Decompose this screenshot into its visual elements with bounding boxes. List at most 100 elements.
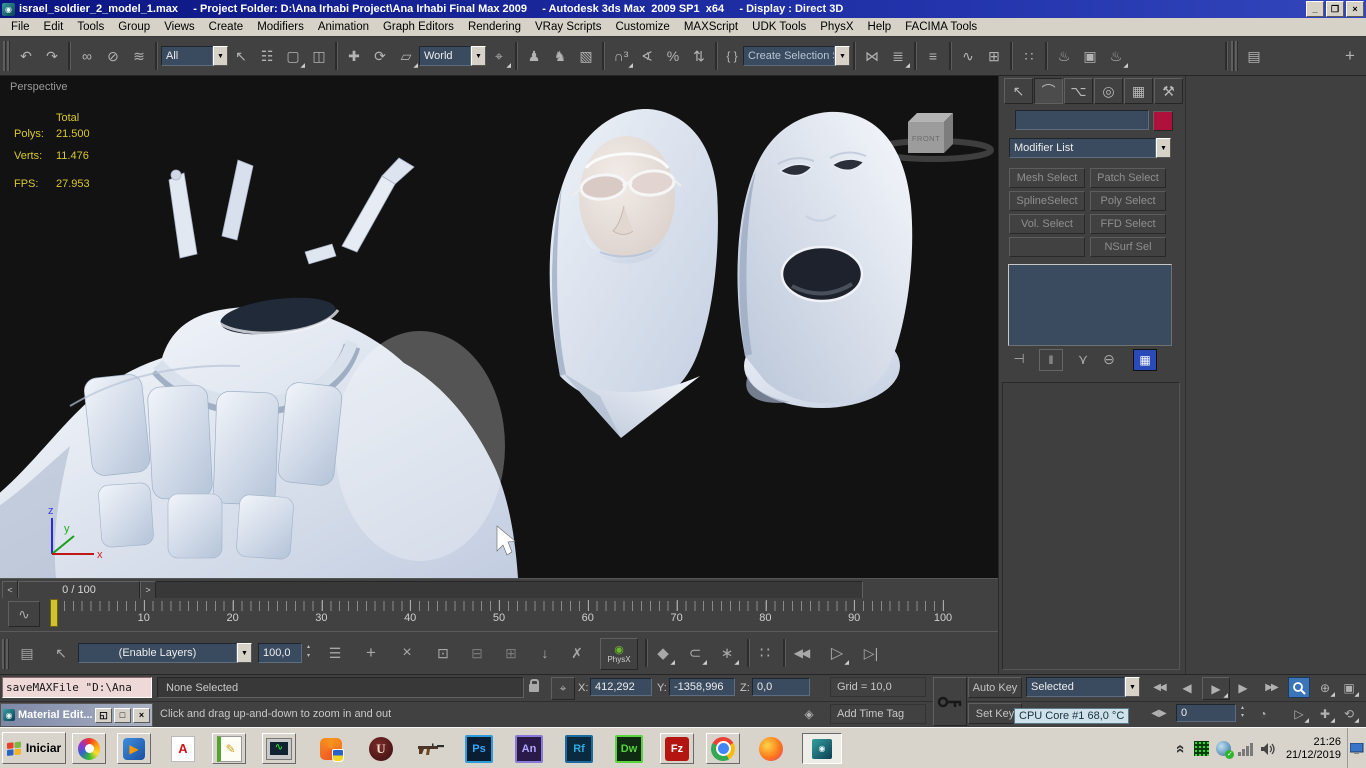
maxscript-mini-listener[interactable]: saveMAXFile "D:\Ana bbox=[2, 677, 152, 698]
menu-item-6[interactable]: Modifiers bbox=[250, 19, 311, 35]
menu-item-14[interactable]: PhysX bbox=[813, 19, 860, 35]
tab-hierarchy-icon[interactable]: ⌥ bbox=[1064, 78, 1093, 104]
start-button[interactable]: Iniciar bbox=[2, 732, 66, 764]
menu-item-0[interactable]: File bbox=[4, 19, 37, 35]
bind-to-spacewarp-icon[interactable]: ≋ bbox=[126, 43, 152, 69]
3dsmax-taskbar-button-active[interactable]: ◉ bbox=[802, 733, 842, 764]
next-frame-icon[interactable]: ▶ bbox=[1232, 677, 1254, 698]
isolation-cube-icon[interactable]: ◈ bbox=[798, 704, 820, 724]
rendered-frame-window-icon[interactable]: ▣ bbox=[1077, 43, 1103, 69]
rectangular-selection-region-icon[interactable]: ▢ bbox=[280, 43, 306, 69]
disc-burner-taskbar-icon[interactable] bbox=[72, 733, 106, 764]
align-icon[interactable]: ≣ bbox=[885, 43, 911, 69]
show-end-result-icon[interactable]: ‖ bbox=[1039, 349, 1063, 371]
viewport-label[interactable]: Perspective bbox=[10, 81, 67, 93]
track-bar[interactable]: ∿ 0102030405060708090100 bbox=[0, 598, 998, 631]
tab-motion-icon[interactable]: ◎ bbox=[1094, 78, 1123, 104]
tray-clock[interactable]: 21:26 21/12/2019 bbox=[1286, 736, 1341, 762]
spinner-up-icon[interactable]: ▴ bbox=[1237, 704, 1248, 712]
make-unique-icon[interactable]: ⋎ bbox=[1071, 348, 1095, 370]
zoom-all-icon[interactable]: ⊕ bbox=[1314, 677, 1336, 698]
field-of-view-icon[interactable]: ▷ bbox=[1288, 703, 1310, 724]
disable-layer-icon[interactable]: ✗ bbox=[564, 640, 590, 666]
hardware-monitor-taskbar-icon[interactable]: ∿ bbox=[262, 733, 296, 764]
menu-item-3[interactable]: Group bbox=[111, 19, 157, 35]
layer-manager-icon[interactable]: ≡ bbox=[920, 43, 946, 69]
menu-item-7[interactable]: Animation bbox=[311, 19, 376, 35]
select-objects-by-layer-icon[interactable]: ↖ bbox=[48, 640, 74, 666]
menu-item-12[interactable]: MAXScript bbox=[677, 19, 745, 35]
play-animation-icon[interactable]: ▶ bbox=[1202, 677, 1230, 700]
select-and-scale-icon[interactable]: ▱ bbox=[393, 43, 419, 69]
percent-snap-icon[interactable]: % bbox=[660, 43, 686, 69]
tab-create-icon[interactable]: ↖ bbox=[1004, 78, 1033, 104]
angle-snap-icon[interactable]: ∢ bbox=[634, 43, 660, 69]
zoom-extents-icon[interactable]: ▣ bbox=[1338, 677, 1360, 698]
chevron-down-icon[interactable]: ▼ bbox=[237, 643, 252, 663]
selection-filter-dropdown[interactable]: All ▼ bbox=[161, 46, 228, 66]
reference-coordinate-dropdown[interactable]: World ▼ bbox=[419, 46, 486, 66]
render-setup-icon[interactable]: ♨ bbox=[1051, 43, 1077, 69]
add-time-tag[interactable]: Add Time Tag bbox=[830, 704, 926, 724]
time-configuration-icon[interactable]: ◔ bbox=[1252, 703, 1274, 724]
orange-utility-taskbar-icon[interactable] bbox=[314, 733, 348, 764]
chevron-down-icon[interactable]: ▼ bbox=[213, 46, 228, 66]
coord-x-field[interactable]: 412,292 bbox=[590, 678, 652, 696]
spinner-snap-icon[interactable]: ⇅ bbox=[686, 43, 712, 69]
modifier-button-1[interactable]: Patch Select bbox=[1090, 168, 1166, 188]
add-toolbar-icon[interactable]: + bbox=[1337, 43, 1363, 69]
physx-rewind-icon[interactable]: ◀◀ bbox=[788, 640, 814, 666]
pan-view-icon[interactable]: ✚ bbox=[1314, 703, 1336, 724]
collapse-layer-icon[interactable]: ↓ bbox=[532, 640, 558, 666]
tab-utilities-icon[interactable]: ⚒ bbox=[1154, 78, 1183, 104]
coord-y-field[interactable]: -1358,996 bbox=[669, 678, 735, 696]
spinner-down-icon[interactable]: ▾ bbox=[303, 652, 314, 661]
previous-frame-icon[interactable]: ◀ bbox=[1176, 677, 1198, 698]
chevron-down-icon[interactable]: ▼ bbox=[835, 46, 850, 66]
redo-icon[interactable]: ↷ bbox=[39, 43, 65, 69]
spinner-up-icon[interactable]: ▴ bbox=[303, 643, 314, 652]
rollout-empty-area[interactable] bbox=[1002, 382, 1180, 670]
pin-stack-icon[interactable]: ⊣ bbox=[1007, 348, 1031, 370]
paste-active-layer-icon[interactable]: ⊞ bbox=[498, 640, 524, 666]
material-editor-minimized-window[interactable]: ◉ Material Edit... ◱ □ × bbox=[0, 703, 153, 727]
chevron-down-icon[interactable]: ▼ bbox=[471, 46, 486, 66]
menu-item-1[interactable]: Edit bbox=[37, 19, 71, 35]
object-name-field[interactable] bbox=[1015, 110, 1149, 130]
menu-item-2[interactable]: Tools bbox=[70, 19, 111, 35]
modifier-button-4[interactable]: Vol. Select bbox=[1009, 214, 1085, 234]
dreamweaver-taskbar-icon[interactable]: Dw bbox=[612, 733, 646, 764]
chrome-taskbar-icon[interactable] bbox=[706, 733, 740, 764]
material-restore-button[interactable]: ◱ bbox=[95, 708, 112, 723]
adobe-rf-taskbar-icon[interactable]: Rf bbox=[562, 733, 596, 764]
trackbar-frame-marker[interactable] bbox=[50, 599, 58, 627]
restore-button[interactable]: ❐ bbox=[1326, 1, 1344, 17]
menu-item-9[interactable]: Rendering bbox=[461, 19, 528, 35]
chevron-down-icon[interactable]: ▼ bbox=[1156, 138, 1171, 158]
paste-layer-icon[interactable]: ⊟ bbox=[464, 640, 490, 666]
spinner-down-icon[interactable]: ▾ bbox=[1237, 712, 1248, 720]
layer-list-icon[interactable]: ☰ bbox=[322, 640, 348, 666]
menu-item-5[interactable]: Create bbox=[202, 19, 251, 35]
snaps-toggle-icon[interactable]: ∩³ bbox=[608, 43, 634, 69]
toolbar-grip[interactable] bbox=[3, 41, 10, 71]
modifier-button-2[interactable]: SplineSelect bbox=[1009, 191, 1085, 211]
photoshop-taskbar-icon[interactable]: Ps bbox=[462, 733, 496, 764]
modifier-stack-list[interactable] bbox=[1008, 264, 1172, 346]
tray-volume-icon[interactable] bbox=[1258, 739, 1278, 759]
maxscript-listener-icon[interactable]: ▤ bbox=[1241, 43, 1267, 69]
enable-layers-dropdown[interactable]: (Enable Layers) ▼ bbox=[78, 643, 252, 663]
menu-item-15[interactable]: Help bbox=[861, 19, 899, 35]
menu-item-13[interactable]: UDK Tools bbox=[745, 19, 813, 35]
menu-item-11[interactable]: Customize bbox=[608, 19, 676, 35]
go-to-start-icon[interactable]: ◀◀ bbox=[1146, 677, 1172, 698]
frame-spinner[interactable]: ▴ ▾ bbox=[1237, 704, 1248, 722]
quick-render-icon[interactable]: ♨ bbox=[1103, 43, 1129, 69]
physx-rigid-body-icon[interactable]: ◆ bbox=[650, 640, 676, 666]
acrobat-taskbar-icon[interactable]: A bbox=[166, 733, 200, 764]
snap-cube-icon[interactable]: ▧ bbox=[573, 43, 599, 69]
soldier-torso-model[interactable] bbox=[0, 158, 518, 578]
tab-display-icon[interactable]: ▦ bbox=[1124, 78, 1153, 104]
select-and-rotate-icon[interactable]: ⟳ bbox=[367, 43, 393, 69]
material-close-button[interactable]: × bbox=[133, 708, 150, 723]
